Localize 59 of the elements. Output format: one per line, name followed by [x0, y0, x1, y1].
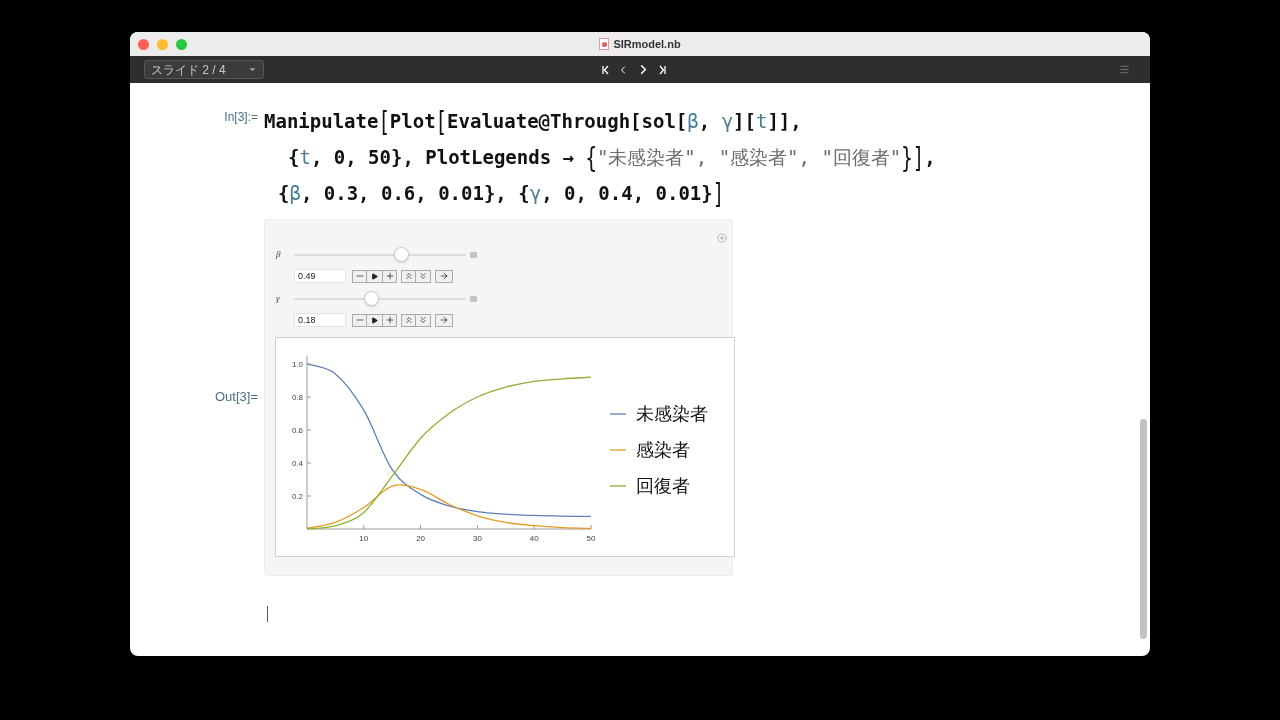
- add-icon[interactable]: [717, 233, 727, 243]
- input-label: In[3]:=: [223, 109, 259, 126]
- direction-button[interactable]: [435, 269, 453, 283]
- menu-icon[interactable]: [1119, 64, 1130, 75]
- slider-label: γ: [276, 292, 281, 306]
- arrow-right-icon: [439, 271, 449, 281]
- y-tick-label: 0.6: [291, 426, 303, 435]
- slider-thumb[interactable]: [364, 291, 380, 306]
- code-line: {t, 0, 50}, PlotLegends → {"未感染者", "感染者", "回復者"}],: [287, 139, 936, 175]
- legend-label: 回復者: [636, 476, 690, 496]
- value-field[interactable]: 0.49: [294, 269, 346, 283]
- x-tick-label: 40: [529, 534, 539, 543]
- slower-button[interactable]: [416, 269, 431, 283]
- double-chevron-down-icon: [418, 271, 428, 281]
- slider-thumb[interactable]: [393, 247, 409, 262]
- legend-label: 未感染者: [636, 404, 708, 424]
- document-icon: [599, 38, 610, 50]
- window-title: SIRmodel.nb: [613, 36, 681, 52]
- slide-selector[interactable]: スライド 2 / 4: [144, 60, 264, 79]
- y-tick-label: 0.8: [291, 393, 303, 402]
- play-button[interactable]: [367, 313, 382, 327]
- close-button[interactable]: [138, 38, 149, 50]
- zoom-button[interactable]: [176, 38, 187, 50]
- double-chevron-down-icon: [418, 315, 428, 325]
- slower-button[interactable]: [416, 313, 431, 327]
- dropdown-caret-icon: [248, 65, 257, 74]
- y-tick-label: 0.4: [291, 459, 303, 468]
- arrow-right-icon: [439, 315, 449, 325]
- faster-button[interactable]: [401, 313, 416, 327]
- plus-icon: [384, 315, 395, 325]
- x-tick-label: 50: [586, 534, 596, 543]
- code-line: Manipulate[Plot[Evaluate@Through[sol[β, γ][t]],: [264, 103, 803, 139]
- first-slide-icon[interactable]: [602, 64, 610, 75]
- y-tick-label: 0.2: [291, 492, 303, 501]
- scrollbar-thumb[interactable]: [1139, 419, 1147, 639]
- code-line: {β, 0.3, 0.6, 0.01}, {γ, 0, 0.4, 0.01}]: [277, 175, 726, 211]
- faster-button[interactable]: [401, 269, 416, 283]
- plus-icon: [384, 271, 395, 281]
- x-tick-label: 20: [416, 534, 426, 543]
- expand-icon[interactable]: [470, 252, 477, 258]
- value-field[interactable]: 0.18: [294, 313, 346, 327]
- slider[interactable]: [294, 247, 466, 263]
- x-tick-label: 10: [359, 534, 369, 543]
- legend-label: 感染者: [636, 440, 690, 460]
- play-icon: [371, 316, 378, 324]
- slider[interactable]: [294, 291, 466, 307]
- direction-button[interactable]: [435, 313, 453, 327]
- text-cursor: [267, 606, 268, 622]
- x-tick-label: 30: [472, 534, 482, 543]
- minimize-button[interactable]: [157, 38, 168, 50]
- output-label: Out[3]=: [214, 388, 259, 406]
- play-icon: [371, 272, 378, 280]
- double-chevron-up-icon: [403, 315, 414, 325]
- double-chevron-up-icon: [403, 271, 414, 281]
- slider-label: β: [276, 248, 282, 262]
- play-button[interactable]: [367, 269, 382, 283]
- last-slide-icon[interactable]: [658, 64, 666, 75]
- y-tick-label: 1.0: [291, 360, 303, 369]
- expand-icon[interactable]: [470, 296, 477, 302]
